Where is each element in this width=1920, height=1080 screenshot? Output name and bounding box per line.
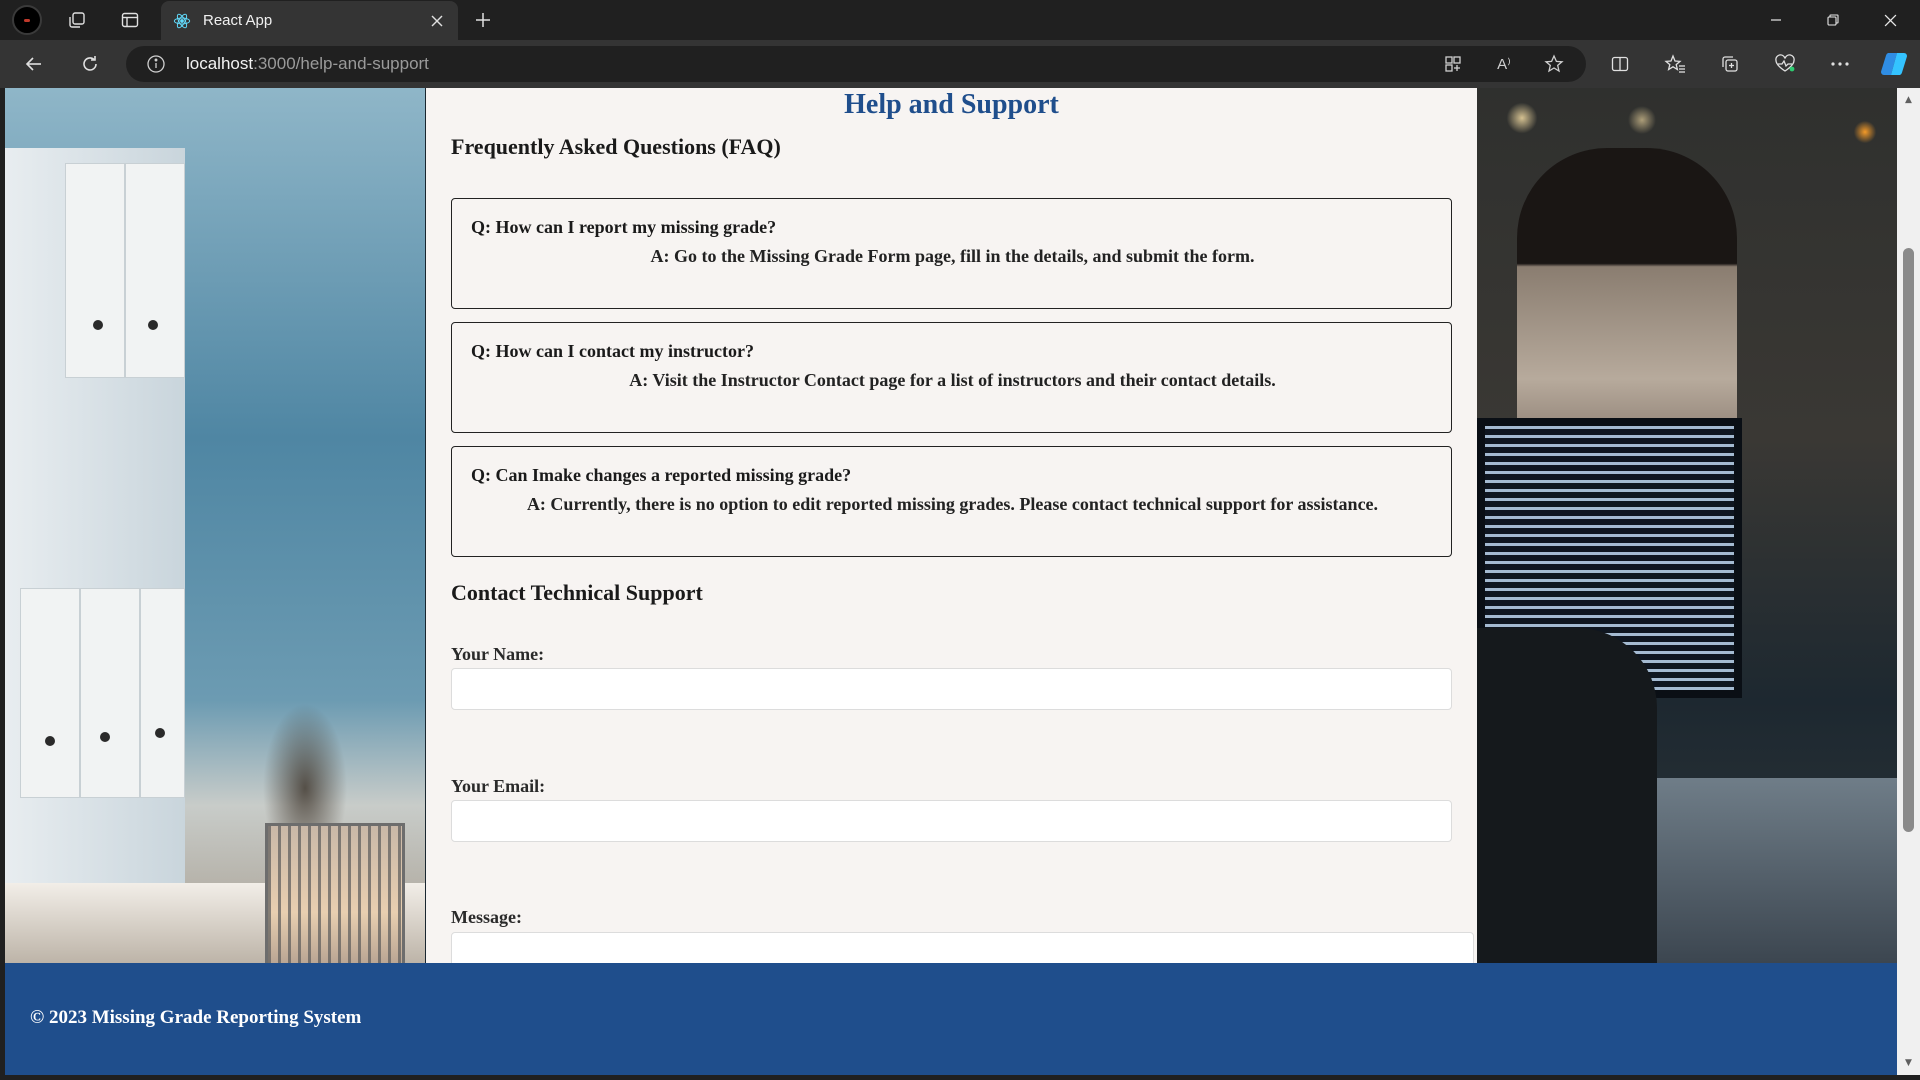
refresh-icon[interactable] — [73, 48, 107, 80]
faq-answer: A: Visit the Instructor Contact page for… — [629, 370, 1276, 390]
page-viewport: Help and Support Frequently Asked Questi… — [5, 88, 1897, 1075]
faq-heading: Frequently Asked Questions (FAQ) — [451, 134, 781, 159]
minimize-icon[interactable] — [1748, 0, 1804, 40]
page-scrollbar[interactable]: ▲ ▼ — [1897, 88, 1920, 1075]
binder-hole — [155, 728, 165, 738]
close-icon[interactable] — [428, 12, 446, 30]
desk — [1657, 778, 1897, 963]
footer: © 2023 Missing Grade Reporting System — [5, 963, 1897, 1075]
scrollbar-thumb[interactable] — [1903, 248, 1914, 832]
copilot-icon[interactable] — [1880, 50, 1908, 78]
restore-icon[interactable] — [1805, 0, 1861, 40]
email-label: Your Email: — [451, 776, 546, 796]
binder — [125, 163, 185, 378]
browser-title-bar: React App — [0, 0, 1920, 40]
profile-avatar-icon[interactable] — [12, 5, 42, 35]
name-input[interactable] — [451, 668, 1452, 710]
plus-icon[interactable] — [468, 6, 498, 34]
binder-hole — [100, 732, 110, 742]
url-host: localhost — [186, 54, 254, 73]
url-path: :3000/help-and-support — [253, 54, 429, 73]
split-screen-icon[interactable] — [1606, 50, 1634, 78]
read-aloud-icon[interactable]: A⁾ — [1492, 52, 1516, 76]
scroll-down-arrow-icon[interactable]: ▼ — [1897, 1053, 1920, 1073]
faq-item: Q: How can I contact my instructor? A: V… — [451, 322, 1452, 433]
star-icon[interactable] — [1542, 52, 1566, 76]
office-chair — [1477, 628, 1657, 963]
close-window-icon[interactable] — [1862, 0, 1918, 40]
background-photo-left — [5, 88, 425, 973]
address-bar[interactable]: localhost:3000/help-and-support A⁾ — [126, 46, 1586, 82]
binder — [80, 588, 140, 798]
background-photo-right — [1477, 88, 1897, 963]
contact-heading: Contact Technical Support — [451, 580, 703, 605]
faq-question: Q: How can I report my missing grade? — [471, 217, 777, 237]
binder-hole — [148, 320, 158, 330]
binder — [65, 163, 125, 378]
react-logo-icon — [173, 12, 191, 30]
faq-question: Q: Can Imake changes a reported missing … — [471, 465, 852, 485]
help-support-panel: Help and Support Frequently Asked Questi… — [426, 88, 1477, 992]
faq-answer: A: Go to the Missing Grade Form page, fi… — [650, 246, 1255, 266]
window-bottom-edge — [0, 1075, 1920, 1080]
desk-organizer — [265, 823, 405, 973]
faq-item: Q: Can Imake changes a reported missing … — [451, 446, 1452, 557]
faq-item: Q: How can I report my missing grade? A:… — [451, 198, 1452, 309]
collections-icon[interactable] — [1716, 50, 1744, 78]
browser-toolbar: localhost:3000/help-and-support A⁾ — [0, 40, 1920, 88]
heart-pulse-icon[interactable] — [1771, 50, 1799, 78]
info-icon[interactable] — [146, 54, 166, 74]
apps-icon[interactable] — [1441, 52, 1465, 76]
url-text[interactable]: localhost:3000/help-and-support — [186, 54, 429, 74]
binder-hole — [93, 320, 103, 330]
binder — [140, 588, 185, 798]
name-label: Your Name: — [451, 644, 545, 664]
arrow-left-icon[interactable] — [17, 48, 51, 80]
faq-answer: A: Currently, there is no option to edit… — [526, 494, 1379, 514]
ellipsis-icon[interactable] — [1826, 50, 1854, 78]
email-input[interactable] — [451, 800, 1452, 842]
tab-react-app[interactable]: React App — [161, 1, 458, 40]
workspaces-icon[interactable] — [61, 6, 93, 34]
message-label: Message: — [451, 907, 522, 927]
tab-title: React App — [203, 12, 273, 29]
tab-actions-icon[interactable] — [114, 6, 146, 34]
faq-question: Q: How can I contact my instructor? — [471, 341, 754, 361]
binder-hole — [45, 736, 55, 746]
scroll-up-arrow-icon[interactable]: ▲ — [1897, 90, 1920, 110]
favorites-icon[interactable] — [1661, 50, 1689, 78]
footer-copyright: © 2023 Missing Grade Reporting System — [30, 1007, 362, 1028]
page-title: Help and Support — [844, 89, 1059, 120]
binder — [20, 588, 80, 798]
